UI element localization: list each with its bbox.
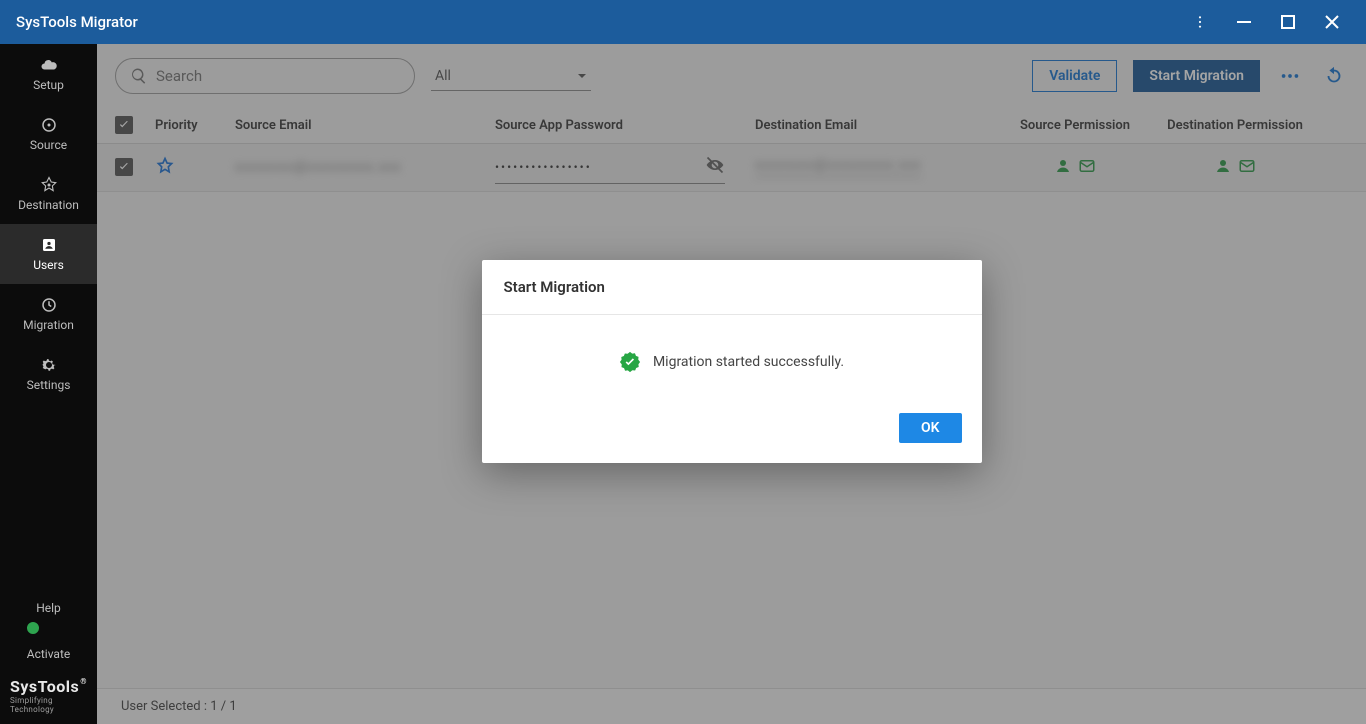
sidebar-item-activate[interactable]: Activate xyxy=(0,623,97,669)
sidebar-label: Users xyxy=(33,258,64,272)
status-dot-icon xyxy=(26,621,40,635)
sidebar-item-setup[interactable]: Setup xyxy=(0,44,97,104)
modal-overlay: Start Migration Migration started succes… xyxy=(97,44,1366,724)
sidebar-item-migration[interactable]: Migration xyxy=(0,284,97,344)
sidebar-item-users[interactable]: Users xyxy=(0,224,97,284)
minimize-button[interactable] xyxy=(1222,0,1266,44)
sidebar-item-destination[interactable]: Destination xyxy=(0,164,97,224)
sidebar-label: Migration xyxy=(23,318,74,332)
sidebar-label: Destination xyxy=(18,198,79,212)
gear-icon xyxy=(40,356,58,374)
ok-button[interactable]: OK xyxy=(899,413,962,443)
titlebar-kebab-icon[interactable] xyxy=(1178,14,1222,30)
sidebar-label: Settings xyxy=(27,378,71,392)
sidebar-label: Source xyxy=(30,138,67,152)
clock-icon xyxy=(40,296,58,314)
titlebar: SysTools Migrator xyxy=(0,0,1366,44)
maximize-button[interactable] xyxy=(1266,0,1310,44)
start-migration-dialog: Start Migration Migration started succes… xyxy=(482,260,982,463)
sidebar-item-source[interactable]: Source xyxy=(0,104,97,164)
sidebar-label: Help xyxy=(36,601,61,615)
close-button[interactable] xyxy=(1310,0,1354,44)
target-out-icon xyxy=(40,116,58,134)
brand-tagline: Simplifying Technology xyxy=(10,696,91,714)
brand-name: SysTools xyxy=(10,677,79,696)
main-area: All Validate Start Migration Priority So… xyxy=(97,44,1366,724)
sidebar-item-settings[interactable]: Settings xyxy=(0,344,97,404)
sidebar-label: Activate xyxy=(27,647,71,661)
users-icon xyxy=(40,236,58,254)
cloud-icon xyxy=(40,56,58,74)
target-icon xyxy=(40,176,58,194)
brand-block: SysTools® Simplifying Technology xyxy=(0,669,97,724)
dialog-message: Migration started successfully. xyxy=(653,354,844,370)
sidebar-item-help[interactable]: ? Help xyxy=(0,577,97,623)
sidebar-label: Setup xyxy=(33,78,64,92)
dialog-title: Start Migration xyxy=(482,260,982,315)
app-title: SysTools Migrator xyxy=(16,13,138,31)
sidebar: Setup Source Destination Users Migration… xyxy=(0,44,97,724)
verified-icon xyxy=(619,351,641,373)
